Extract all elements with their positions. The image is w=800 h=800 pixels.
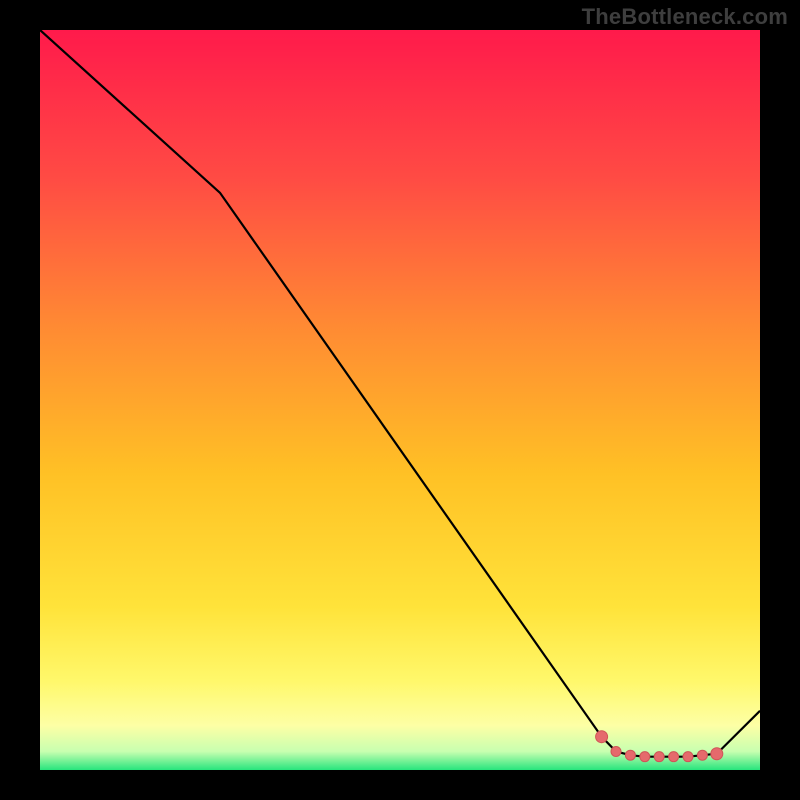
chart-frame: TheBottleneck.com [0, 0, 800, 800]
chart-svg [40, 30, 760, 770]
data-marker [683, 752, 693, 762]
data-marker [697, 750, 707, 760]
data-marker [640, 752, 650, 762]
data-marker [669, 752, 679, 762]
data-marker [611, 747, 621, 757]
gradient-background [40, 30, 760, 770]
plot-area [40, 30, 760, 770]
data-marker [654, 752, 664, 762]
attribution-text: TheBottleneck.com [582, 4, 788, 30]
data-marker [711, 748, 723, 760]
data-marker [625, 750, 635, 760]
data-marker [596, 731, 608, 743]
